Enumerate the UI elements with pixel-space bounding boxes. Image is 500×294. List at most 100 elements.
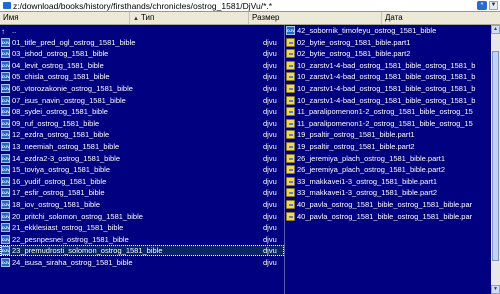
file-name: 12_ezdra_ostrog_1581_bible <box>12 130 110 140</box>
file-name: 10_zarstv1-4-bad_ostrog_1581_bible_ostro… <box>297 84 476 93</box>
part-file-icon <box>286 72 295 82</box>
file-row[interactable]: 19_psaltir_ostrog_1581_bible.part1 <box>285 129 500 140</box>
path-dropdown-button[interactable]: ▼ <box>489 1 498 10</box>
scroll-down-button[interactable]: ▼ <box>491 285 500 294</box>
column-date-header[interactable]: Дата <box>382 12 500 24</box>
part-file-icon <box>286 142 295 151</box>
file-row[interactable]: DJV 12_ezdra_ostrog_1581_bible djvu <box>0 129 284 140</box>
file-name: 26_jeremiya_plach_ostrog_1581_bible.part… <box>297 153 446 163</box>
file-row[interactable]: DJV 01_title_pred_ogl_ostrog_1581_bible dj… <box>0 37 284 48</box>
file-row[interactable]: ↑.. <box>0 25 284 36</box>
file-row[interactable]: 19_psaltir_ostrog_1581_bible.part2 <box>285 141 500 152</box>
scroll-thumb[interactable] <box>492 51 499 261</box>
file-row[interactable]: DJV 07_isus_navin_ostrog_1581_bible djvu <box>0 95 284 106</box>
djvu-icon: DJV <box>1 246 10 256</box>
file-row[interactable]: DJV 14_ezdra2-3_ostrog_1581_bible djvu <box>0 153 284 164</box>
column-size-header[interactable]: Размер <box>249 12 382 24</box>
path-bar[interactable]: z:/download/books/history/firsthands/chr… <box>0 0 500 12</box>
file-row[interactable]: DJV 09_ruf_ostrog_1581_bible djvu <box>0 118 284 129</box>
file-name: 02_bytie_ostrog_1581_bible.part2 <box>297 49 411 59</box>
file-name: 20_pritchi_solomon_ostrog_1581_bible <box>12 211 143 221</box>
file-row[interactable]: 26_jeremiya_plach_ostrog_1581_bible.part… <box>285 164 500 175</box>
file-name: 42_sobornik_timofeyu_ostrog_1581_bible <box>297 26 437 35</box>
file-name: 13_neemiah_ostrog_1581_bible <box>12 142 120 151</box>
scroll-up-button[interactable]: ▲ <box>491 25 500 34</box>
vertical-scrollbar[interactable]: ▲ ▼ <box>491 25 500 294</box>
file-row[interactable]: DJV 05_chisla_ostrog_1581_bible djvu <box>0 71 284 82</box>
file-row[interactable]: DJV 20_pritchi_solomon_ostrog_1581_bible d… <box>0 211 284 222</box>
column-name-header[interactable]: Имя <box>0 12 130 24</box>
file-name: 02_bytie_ostrog_1581_bible.part1 <box>297 37 411 47</box>
djvu-icon: DJV <box>1 234 10 244</box>
file-name: 33_makkavei1-3_ostrog_1581_bible.part2 <box>297 188 438 198</box>
file-name: 19_psaltir_ostrog_1581_bible.part1 <box>297 130 415 140</box>
file-name: 16_yudif_ostrog_1581_bible <box>12 176 107 186</box>
file-extension: djvu <box>263 165 277 175</box>
file-name: 09_ruf_ostrog_1581_bible <box>12 118 100 128</box>
left-file-list: ↑.. DJV 01_title_pred_ogl_ostrog_1581_bibl… <box>0 25 284 294</box>
file-name: 11_paralipomenon1-2_ostrog_1581_bible_os… <box>297 107 473 117</box>
file-extension: djvu <box>263 49 277 59</box>
file-row[interactable]: DJV 04_levit_ostrog_1581_bible djvu <box>0 60 284 71</box>
file-name: 24_isusa_siraha_ostrog_1581_bible <box>12 258 133 267</box>
file-extension: djvu <box>263 37 277 47</box>
file-row[interactable]: 11_paralipomenon1-2_ostrog_1581_bible_os… <box>285 118 500 129</box>
file-row[interactable]: 33_makkavei1-3_ostrog_1581_bible.part2 <box>285 187 500 198</box>
file-row[interactable]: DJV 22_pesnpesnei_ostrog_1581_bible djvu <box>0 234 284 245</box>
djvu-icon: DJV <box>1 118 10 128</box>
djvu-icon: DJV <box>1 60 10 70</box>
file-name: 06_vtorozakonie_ostrog_1581_bible <box>12 84 133 93</box>
file-row[interactable]: DJV 21_ekklesiast_ostrog_1581_bible djvu <box>0 222 284 233</box>
drive-icon <box>3 2 11 9</box>
file-extension: djvu <box>263 118 277 128</box>
file-name: 18_iov_ostrog_1581_bible <box>12 200 100 209</box>
file-extension: djvu <box>263 188 277 198</box>
file-row[interactable]: 40_pavla_ostrog_1581_bible_ostrog_1581_b… <box>285 199 500 210</box>
file-row[interactable]: DJV 08_sydei_ostrog_1581_bible djvu <box>0 106 284 117</box>
file-extension: djvu <box>263 176 277 186</box>
file-row[interactable]: DJV 15_toviya_ostrog_1581_bible djvu <box>0 164 284 175</box>
column-type-header[interactable]: ▲ Тип <box>130 12 249 24</box>
part-file-icon <box>286 153 295 163</box>
file-extension: djvu <box>263 60 277 70</box>
file-row[interactable]: 10_zarstv1-4-bad_ostrog_1581_bible_ostro… <box>285 71 500 82</box>
sort-arrow-icon: ▲ <box>133 16 139 22</box>
file-row[interactable]: DJV 18_iov_ostrog_1581_bible djvu <box>0 199 284 210</box>
file-row[interactable]: 33_makkavei1-3_ostrog_1581_bible.part1 <box>285 176 500 187</box>
file-row[interactable]: 02_bytie_ostrog_1581_bible.part1 <box>285 37 500 48</box>
file-name: 14_ezdra2-3_ostrog_1581_bible <box>12 153 121 163</box>
filter-button[interactable]: * <box>477 1 487 10</box>
file-name: 22_pesnpesnei_ostrog_1581_bible <box>12 234 129 244</box>
file-row[interactable]: DJV 42_sobornik_timofeyu_ostrog_1581_bibl… <box>285 25 500 36</box>
file-extension: djvu <box>263 223 277 233</box>
djvu-icon: DJV <box>1 188 10 198</box>
file-row[interactable]: 10_zarstv1-4-bad_ostrog_1581_bible_ostro… <box>285 60 500 71</box>
file-row[interactable]: 26_jeremiya_plach_ostrog_1581_bible.part… <box>285 153 500 164</box>
file-row[interactable]: DJV 23_premudrosti_solomon_ostrog_1581_bi… <box>0 245 284 257</box>
part-file-icon <box>286 49 295 59</box>
djvu-icon: DJV <box>1 200 10 209</box>
file-row[interactable]: DJV 13_neemiah_ostrog_1581_bible djvu <box>0 141 284 152</box>
file-extension: djvu <box>263 130 277 140</box>
part-file-icon <box>286 118 295 128</box>
file-row[interactable]: DJV 03_ishod_ostrog_1581_bible djvu <box>0 48 284 59</box>
part-file-icon <box>286 95 295 105</box>
file-row[interactable]: DJV 16_yudif_ostrog_1581_bible djvu <box>0 176 284 187</box>
file-extension: djvu <box>263 142 277 151</box>
file-row[interactable]: DJV 24_isusa_siraha_ostrog_1581_bible djvu <box>0 257 284 268</box>
file-row[interactable]: 10_zarstv1-4-bad_ostrog_1581_bible_ostro… <box>285 83 500 94</box>
file-name: 05_chisla_ostrog_1581_bible <box>12 72 110 82</box>
file-name: 21_ekklesiast_ostrog_1581_bible <box>12 223 124 233</box>
file-row[interactable]: DJV 06_vtorozakonie_ostrog_1581_bible djvu <box>0 83 284 94</box>
file-row[interactable]: 02_bytie_ostrog_1581_bible.part2 <box>285 48 500 59</box>
djvu-icon: DJV <box>1 84 10 93</box>
file-extension: djvu <box>263 72 277 82</box>
path-text[interactable]: z:/download/books/history/firsthands/chr… <box>13 0 272 12</box>
file-row[interactable]: 10_zarstv1-4-bad_ostrog_1581_bible_ostro… <box>285 95 500 106</box>
file-row[interactable]: 40_pavla_ostrog_1581_bible_ostrog_1581_b… <box>285 211 500 222</box>
up-dir-arrow-icon: ↑ <box>1 27 5 36</box>
part-file-icon <box>286 188 295 198</box>
file-row[interactable]: 11_paralipomenon1-2_ostrog_1581_bible_os… <box>285 106 500 117</box>
file-row[interactable]: DJV 17_esfir_ostrog_1581_bible djvu <box>0 187 284 198</box>
file-extension: djvu <box>263 246 277 256</box>
